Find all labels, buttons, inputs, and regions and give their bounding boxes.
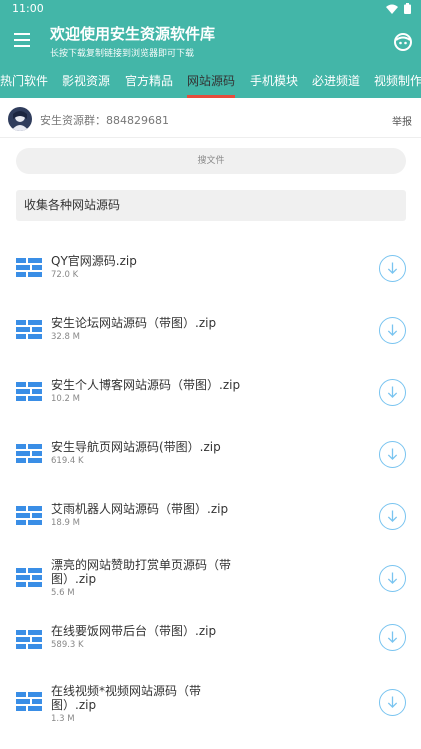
file-name: 安生个人博客网站源码（带图）.zip [51, 378, 241, 392]
tab-bar: 热门软件 影视资源 官方精品 网站源码 手机模块 必进频道 视频制作 [0, 66, 421, 98]
tab-indicator [187, 95, 235, 98]
tab-hot-software[interactable]: 热门软件 [0, 66, 48, 98]
file-name: QY官网源码.zip [51, 254, 137, 268]
download-icon[interactable] [379, 317, 406, 344]
tab-phone-modules[interactable]: 手机模块 [250, 66, 298, 98]
file-name: 安生导航页网站源码(带图）.zip [51, 440, 221, 454]
file-icon [16, 320, 42, 339]
status-icons [386, 3, 411, 14]
list-item[interactable]: 安生导航页网站源码(带图）.zip 619.4 K [0, 424, 421, 486]
file-size: 10.2 M [51, 394, 80, 404]
list-item[interactable]: 安生论坛网站源码（带图）.zip 32.8 M [0, 300, 421, 362]
file-size: 1.3 M [51, 714, 75, 724]
file-icon [16, 444, 42, 463]
file-icon [16, 382, 42, 401]
download-icon[interactable] [379, 255, 406, 282]
app-subtitle: 长按下载复制链接到浏览器即可下载 [50, 49, 195, 59]
file-size: 18.9 M [51, 518, 80, 528]
download-icon[interactable] [379, 689, 406, 716]
tab-video-making[interactable]: 视频制作 [374, 66, 421, 98]
notice-banner: 收集各种网站源码 [16, 190, 406, 221]
tab-website-source[interactable]: 网站源码 [187, 66, 235, 98]
menu-icon[interactable] [14, 33, 30, 47]
download-icon[interactable] [379, 379, 406, 406]
list-item[interactable]: 漂亮的网站赞助打赏单页源码（带图）.zip 5.6 M [0, 548, 421, 610]
file-icon [16, 630, 42, 649]
file-size: 5.6 M [51, 588, 75, 598]
file-name: 在线要饭网带后台（带图）.zip [51, 624, 217, 638]
list-item[interactable]: 在线要饭网带后台（带图）.zip 589.3 K [0, 610, 421, 672]
avatar[interactable] [8, 107, 32, 131]
tab-video-resources[interactable]: 影视资源 [62, 66, 110, 98]
file-name: 安生论坛网站源码（带图）.zip [51, 316, 217, 330]
tab-must-join[interactable]: 必进频道 [312, 66, 360, 98]
file-size: 72.0 K [51, 270, 79, 280]
download-icon[interactable] [379, 503, 406, 530]
list-item[interactable]: QY官网源码.zip 72.0 K [0, 238, 421, 300]
search-input[interactable]: 搜文件 [16, 148, 406, 174]
file-size: 32.8 M [51, 332, 80, 342]
file-icon [16, 692, 42, 711]
app-bar: 欢迎使用安生资源软件库 长按下载复制链接到浏览器即可下载 [0, 18, 421, 66]
file-name: 漂亮的网站赞助打赏单页源码（带图）.zip [51, 558, 232, 586]
status-time: 11:00 [12, 2, 44, 15]
download-icon[interactable] [379, 441, 406, 468]
list-item[interactable]: 艾雨机器人网站源码（带图）.zip 18.9 M [0, 486, 421, 548]
wifi-icon [386, 4, 398, 14]
report-link[interactable]: 举报 [392, 113, 412, 128]
battery-icon [404, 3, 411, 14]
file-icon [16, 258, 42, 277]
tab-official-picks[interactable]: 官方精品 [125, 66, 173, 98]
group-info: 安生资源群：884829681 [40, 114, 169, 127]
app-title: 欢迎使用安生资源软件库 [50, 25, 216, 43]
file-name: 艾雨机器人网站源码（带图）.zip [51, 502, 229, 516]
status-bar: 11:00 [0, 0, 421, 18]
download-icon[interactable] [379, 624, 406, 651]
list-item[interactable]: 在线视频*视频网站源码（带图）.zip 1.3 M [0, 672, 421, 734]
list-item[interactable]: 安生个人博客网站源码（带图）.zip 10.2 M [0, 362, 421, 424]
download-icon[interactable] [379, 565, 406, 592]
face-icon[interactable] [393, 32, 413, 52]
group-row: 安生资源群：884829681 举报 [0, 100, 421, 138]
file-size: 589.3 K [51, 640, 84, 650]
file-icon [16, 568, 42, 587]
file-name: 在线视频*视频网站源码（带图）.zip [51, 684, 202, 712]
file-size: 619.4 K [51, 456, 84, 466]
file-icon [16, 506, 42, 525]
